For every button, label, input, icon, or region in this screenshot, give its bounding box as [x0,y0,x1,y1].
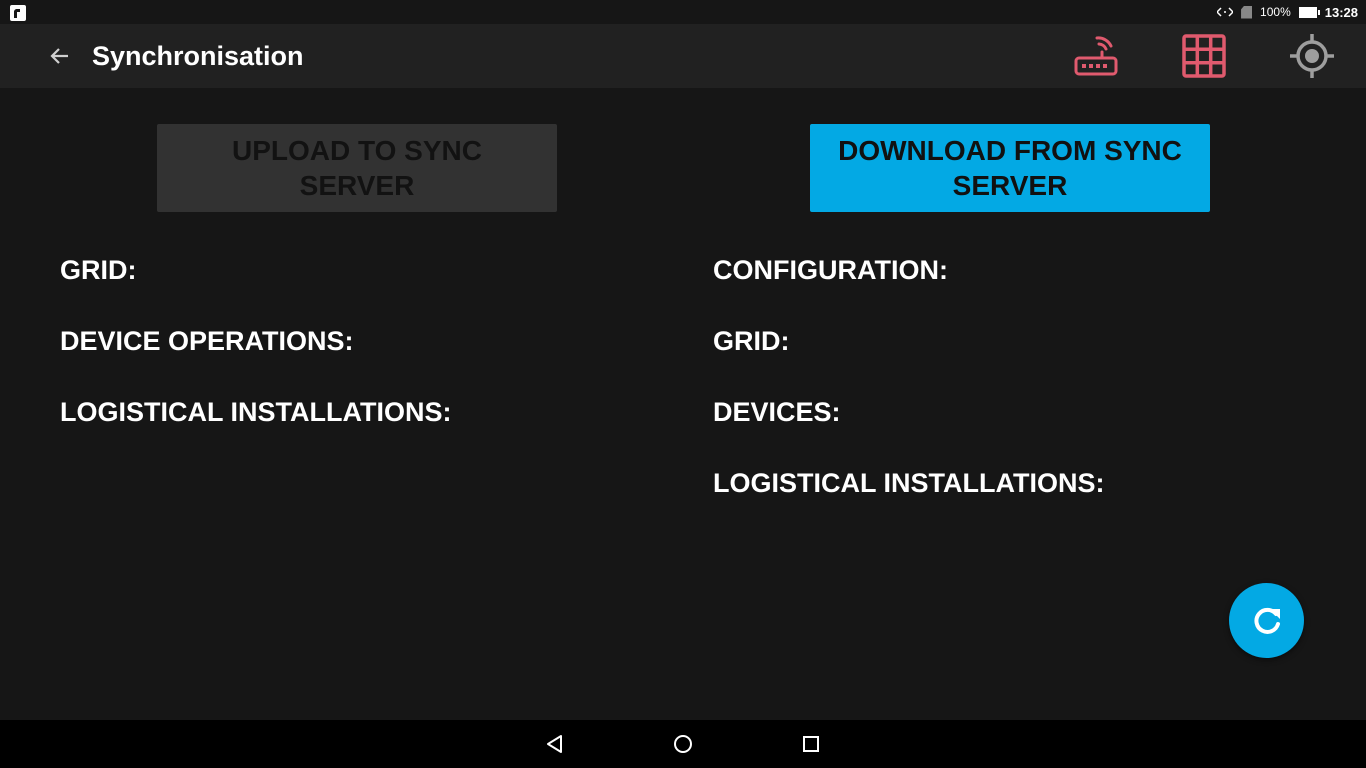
battery-percent: 100% [1260,5,1291,19]
data-arrows-icon [1217,7,1234,17]
download-configuration-label: CONFIGURATION: [713,255,948,285]
crosshair-icon [1290,34,1334,78]
app-toolbar: Synchronisation [0,24,1366,88]
system-navigation-bar [0,720,1366,768]
grid-button[interactable] [1180,32,1228,80]
download-from-sync-server-button[interactable]: DOWNLOAD FROM SYNC SERVER [810,124,1210,212]
download-devices-label: DEVICES: [713,397,841,427]
home-circle-icon [674,735,692,753]
grid-icon [1182,34,1226,78]
recents-square-icon [803,736,819,752]
no-sim-icon [1241,5,1253,19]
status-bar: 100% 13:28 [0,0,1366,24]
battery-charging-icon [1298,6,1320,18]
refresh-button[interactable] [1229,583,1304,658]
nav-home-button[interactable] [671,732,695,756]
nav-back-button[interactable] [543,732,567,756]
router-icon [1074,36,1118,76]
page-title: Synchronisation [92,41,304,71]
clock: 13:28 [1324,4,1358,20]
status-bar-right: 100% 13:28 [1217,0,1358,24]
locate-button[interactable] [1288,32,1336,80]
upload-to-sync-server-button[interactable]: UPLOAD TO SYNC SERVER [157,124,557,212]
nav-recents-button[interactable] [799,732,823,756]
back-button[interactable] [44,40,76,72]
refresh-icon [1253,607,1280,634]
back-triangle-icon [547,735,562,753]
router-button[interactable] [1072,32,1120,80]
download-logistical-installations-label: LOGISTICAL INSTALLATIONS: [713,468,1105,498]
upload-logistical-installations-label: LOGISTICAL INSTALLATIONS: [60,397,452,427]
arrow-left-icon [50,48,68,64]
app-notification-icon [10,5,26,21]
upload-device-operations-label: DEVICE OPERATIONS: [60,326,354,356]
download-grid-label: GRID: [713,326,790,356]
upload-grid-label: GRID: [60,255,137,285]
